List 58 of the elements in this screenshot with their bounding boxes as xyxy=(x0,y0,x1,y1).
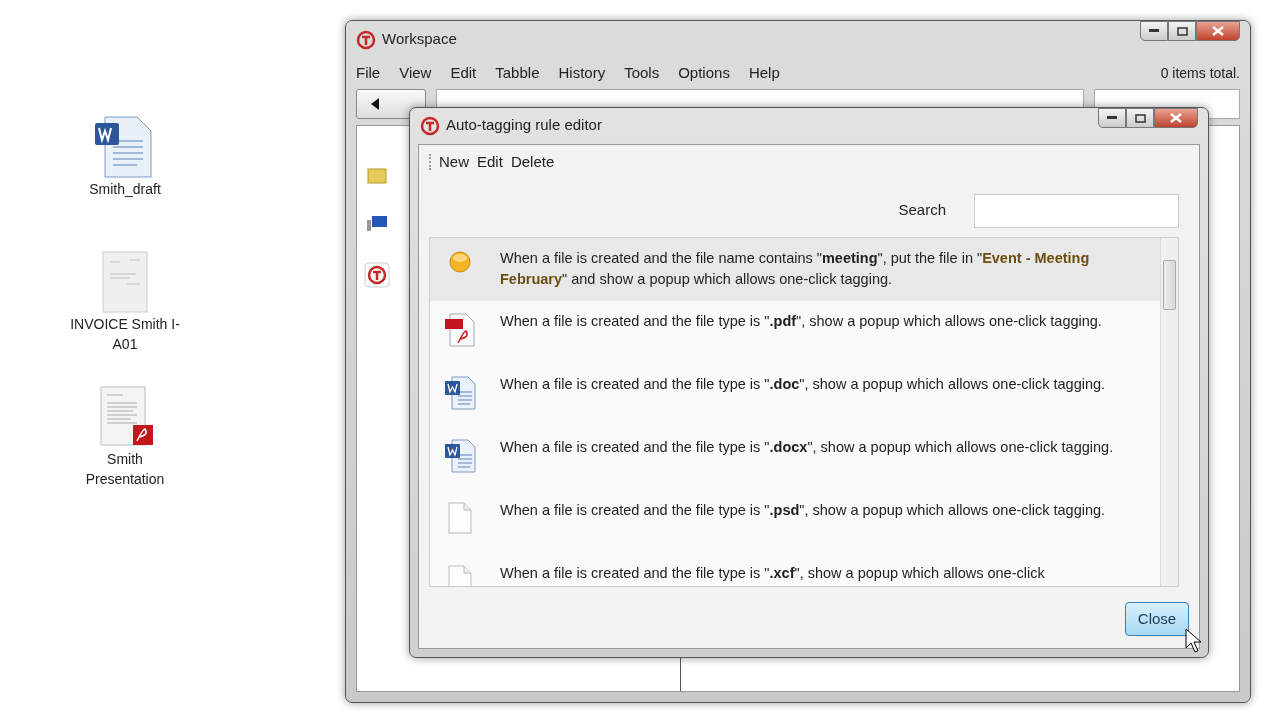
rule-text: When a file is created and the file type is ".psd", show a popup which allows one-click tagging. xyxy=(500,501,1106,520)
back-icon xyxy=(371,98,380,110)
logo-icon[interactable] xyxy=(364,262,390,288)
window-title: Workspace xyxy=(382,28,457,49)
maximize-button[interactable] xyxy=(1126,108,1154,128)
search-field[interactable] xyxy=(974,193,1179,228)
menu-item[interactable]: History xyxy=(548,61,615,85)
minimize-icon xyxy=(1107,116,1117,120)
close-button[interactable]: Close xyxy=(1125,602,1189,636)
search-label: Search xyxy=(898,200,946,221)
maximize-icon xyxy=(1176,26,1188,36)
document-icon xyxy=(100,250,150,314)
rule-text: When a file is created and the file type is ".doc", show a popup which allows one-click tagging. xyxy=(500,375,1106,394)
close-icon xyxy=(1170,113,1182,123)
menu-item[interactable]: Edit xyxy=(440,61,486,85)
rule-text: When a file is created and the file type is ".docx", show a popup which allows one-click tagging. xyxy=(500,438,1114,457)
close-window-button[interactable] xyxy=(1154,108,1198,128)
minimize-button[interactable] xyxy=(1140,21,1168,41)
minimize-button[interactable] xyxy=(1098,108,1126,128)
menu-item[interactable]: Tools xyxy=(614,61,669,85)
logo-icon xyxy=(420,115,440,136)
toolbar-button[interactable]: New xyxy=(439,151,469,174)
menu-item[interactable]: File xyxy=(356,61,390,85)
close-icon xyxy=(1212,26,1224,36)
rule-item[interactable]: When a file is created and the file type is ".xcf", show a popup which allows one-click xyxy=(430,553,1160,586)
toolbar-button[interactable]: Edit xyxy=(477,151,503,174)
logo-icon xyxy=(356,29,376,50)
close-window-button[interactable] xyxy=(1196,21,1240,41)
maximize-button[interactable] xyxy=(1168,21,1196,41)
word-file-icon xyxy=(444,376,476,410)
rule-text: When a file is created and the file name contains "meeting", put the file in "Event - Meeting February" and show a popup which allows one-click tagging. xyxy=(500,249,1091,289)
word-file-icon xyxy=(444,439,476,473)
rule-item[interactable]: When a file is created and the file name contains "meeting", put the file in "Event - Meeting February" and show a popup which allows one-click tagging. xyxy=(430,238,1160,301)
status-text: 0 items total. xyxy=(1160,63,1240,83)
dialog-title: Auto-tagging rule editor xyxy=(446,114,602,135)
computer-icon[interactable] xyxy=(366,214,388,232)
menu-item[interactable]: Options xyxy=(668,61,739,85)
event-dot-icon xyxy=(448,250,472,274)
maximize-icon xyxy=(1134,113,1146,123)
scrollbar[interactable] xyxy=(1160,238,1178,586)
rule-text: When a file is created and the file type is ".xcf", show a popup which allows one-click xyxy=(500,564,1045,583)
pdf-file-icon xyxy=(444,313,476,347)
back-button[interactable] xyxy=(356,89,426,119)
menu-item[interactable]: Help xyxy=(738,61,789,85)
menu-item[interactable]: Tabble xyxy=(485,61,549,85)
rule-item[interactable]: When a file is created and the file type is ".psd", show a popup which allows one-click tagging. xyxy=(430,490,1160,553)
blank-file-icon xyxy=(447,502,473,534)
desktop-icon-label[interactable]: Smith_draft xyxy=(70,179,180,199)
toolbar-button[interactable]: Delete xyxy=(510,151,555,174)
rule-item[interactable]: When a file is created and the file type is ".doc", show a popup which allows one-click tagging. xyxy=(430,364,1160,427)
desktop-icon-label[interactable]: INVOICE Smith I-A01 xyxy=(70,314,180,354)
rule-text: When a file is created and the file type is ".pdf", show a popup which allows one-click tagging. xyxy=(500,312,1102,331)
minimize-icon xyxy=(1149,29,1159,33)
cursor-icon xyxy=(1185,628,1203,654)
desktop-icon-label[interactable]: Smith Presentation xyxy=(70,449,180,489)
rule-item[interactable]: When a file is created and the file type is ".pdf", show a popup which allows one-click tagging. xyxy=(430,301,1160,364)
menu-item[interactable]: View xyxy=(389,61,441,85)
rule-item[interactable]: When a file is created and the file type is ".docx", show a popup which allows one-click tagging. xyxy=(430,427,1160,490)
